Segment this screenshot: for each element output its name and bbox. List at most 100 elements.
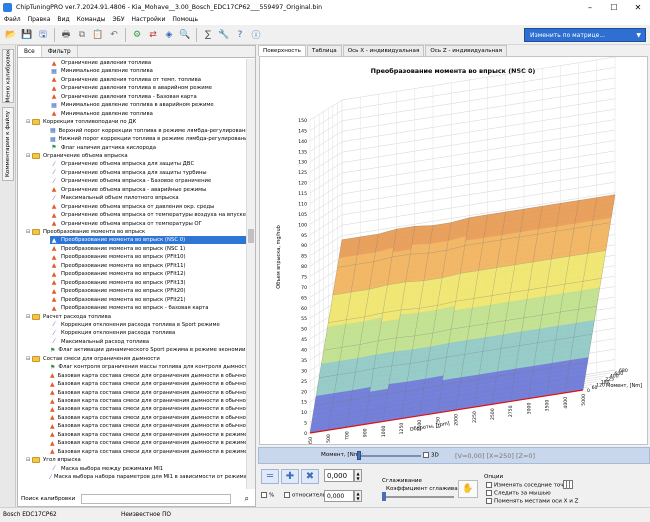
relative-input[interactable]: 0,000 <box>324 490 354 502</box>
tree-item[interactable]: ⁄ Маска выбора набора параметров для MI1 … <box>50 473 246 481</box>
set-value-button[interactable]: ═ <box>261 469 279 484</box>
tree-item[interactable]: ⁄ Коррекция отклонения расхода топлива в … <box>50 321 246 329</box>
tree-folder[interactable]: ⊟ Угол впрыска <box>26 456 246 464</box>
tree-item[interactable]: ▲ Преобразование момента во впрыск (PFlt1… <box>50 262 246 270</box>
tree-item[interactable]: ▲ Базовая карта состава смеси для огранич… <box>50 439 246 447</box>
vtab-file-comments[interactable]: Комментарии к файлу <box>2 107 14 181</box>
find-icon[interactable]: ◈ <box>162 28 176 42</box>
tree-item[interactable]: ▲ Базовая карта состава смеси для огранич… <box>50 397 246 405</box>
tree-item[interactable]: ▲ Базовая карта состава смеси для огранич… <box>50 414 246 422</box>
tab-axis-z[interactable]: Ось Z - индивидуальная <box>425 45 507 56</box>
torque-slider-track[interactable] <box>357 455 421 457</box>
3d-checkbox[interactable] <box>423 452 429 458</box>
help-icon[interactable]: ? <box>233 28 247 42</box>
tree-folder[interactable]: ⊟ Расчет расхода топлива <box>26 313 246 321</box>
relative-checkbox[interactable] <box>284 492 290 498</box>
add-value-button[interactable]: ✚ <box>281 469 299 484</box>
tree-scrollbar[interactable] <box>246 59 255 489</box>
percent-checkbox[interactable] <box>261 492 267 498</box>
menu-commands[interactable]: Команды <box>77 16 106 23</box>
relative-spinner[interactable]: ▲ ▼ <box>354 490 362 502</box>
tree-item[interactable]: ⁄ Ограничение объема впрыска - Базовое ог… <box>50 177 246 185</box>
copy-icon[interactable]: ⧉ <box>75 28 89 42</box>
close-button[interactable]: ✕ <box>626 0 650 14</box>
tree-item[interactable]: ⁄ Максимальный объем пилотного впрыска <box>50 194 246 202</box>
tree-item[interactable]: ▦ Нижний порог коррекции топлива в режиме… <box>50 135 246 143</box>
tree-item[interactable]: ⁄ Маска выбора между режимами MI1 <box>50 465 246 473</box>
tree-item[interactable]: ▦ Верхний порог коррекции топлива в режим… <box>50 127 246 135</box>
tree-item[interactable]: ▲ Ограничение объема впрыска от давления … <box>50 203 246 211</box>
menu-ecu[interactable]: ЭБУ <box>113 16 125 23</box>
value-input[interactable]: 0,000 <box>324 469 354 482</box>
follow-mouse-checkbox[interactable] <box>486 490 492 496</box>
tree-item[interactable]: ⚑ Флаг контроля ограничения массы топлива… <box>50 363 246 371</box>
tab-surface[interactable]: Поверхность <box>258 45 306 56</box>
info-icon[interactable]: ⓘ <box>249 28 263 42</box>
tools-icon[interactable]: 🔧 <box>217 28 231 42</box>
tab-filter[interactable]: Фильтр <box>42 46 78 57</box>
scrollbar-thumb[interactable] <box>248 229 254 243</box>
tree-item[interactable]: ▲ Базовая карта состава смеси для огранич… <box>50 431 246 439</box>
tree-item[interactable]: ⁄ Коррекция отклонения расхода топлива <box>50 329 246 337</box>
tree-item[interactable]: ▲ Преобразование момента во впрыск - базо… <box>50 304 246 312</box>
tree-item[interactable]: ⁄ Ограничение объема впрыска для защиты т… <box>50 169 246 177</box>
menu-view[interactable]: Вид <box>57 16 69 23</box>
smoothing-slider-track[interactable] <box>382 496 454 498</box>
save-icon[interactable]: 💾 <box>20 28 34 42</box>
menu-settings[interactable]: Настройки <box>132 16 166 23</box>
tree-item[interactable]: ▲ Базовая карта состава смеси для огранич… <box>50 448 246 456</box>
change-neighbors-checkbox[interactable] <box>486 482 492 488</box>
search-icon[interactable]: ⌕ <box>245 494 249 504</box>
tree-item[interactable]: ▲ Преобразование момента во впрыск (NSC 0… <box>50 236 246 245</box>
swap-axes-checkbox[interactable] <box>486 498 492 504</box>
ecu-connect-icon[interactable]: ⚙ <box>130 28 144 42</box>
tree-item[interactable]: ⚑ Флаг активации динамического Sport режи… <box>50 346 246 354</box>
value-spinner[interactable]: ▲ ▼ <box>354 469 362 482</box>
menu-file[interactable]: Файл <box>4 16 21 23</box>
tree-item[interactable]: ⁄ Ограничение объема впрыска для защиты Д… <box>50 160 246 168</box>
tab-table[interactable]: Таблица <box>306 45 342 56</box>
tab-axis-x[interactable]: Ось X - индивидуальная <box>342 45 425 56</box>
tree-folder[interactable]: ⊟ Состав смеси для ограничения дымности <box>26 355 246 363</box>
smoothing-slider-handle[interactable] <box>382 492 386 501</box>
tree-item[interactable]: ▦ Минимальное давление топлива в аварийно… <box>50 101 246 109</box>
minimize-button[interactable]: – <box>578 0 602 14</box>
menu-help[interactable]: Помощь <box>172 16 198 23</box>
tree-item[interactable]: ▲ Минимальное давление топлива <box>50 110 246 118</box>
tree-folder[interactable]: ⊟ Ограничение объема впрыска <box>26 152 246 160</box>
tree-item[interactable]: ⁄ Максимальный расход топлива <box>50 338 246 346</box>
tree-item[interactable]: ▲ Ограничение объема впрыска - аварийные … <box>50 186 246 194</box>
tree-item[interactable]: ▦ Минимальное давление топлива <box>50 67 246 75</box>
tree-item[interactable]: ▲ Ограничение давления топлива в аварийно… <box>50 84 246 92</box>
tree-item[interactable]: ▲ Преобразование момента во впрыск (NSC 1… <box>50 245 246 253</box>
maximize-button[interactable]: ☐ <box>602 0 626 14</box>
multiply-value-button[interactable]: ✖ <box>301 469 319 484</box>
tree-item[interactable]: ▲ Преобразование момента во впрыск (PFlt1… <box>50 279 246 287</box>
smooth-button[interactable]: ✋ <box>458 480 478 498</box>
undo-icon[interactable]: ↶ <box>107 28 121 42</box>
paste-icon[interactable]: 📋 <box>91 28 105 42</box>
tree-item[interactable]: ▲ Базовая карта состава смеси для огранич… <box>50 380 246 388</box>
menu-edit[interactable]: Правка <box>28 16 51 23</box>
tree-item[interactable]: ▲ Базовая карта состава смеси для огранич… <box>50 405 246 413</box>
surface-chart[interactable]: Преобразование момента во впрыск (NSC 0)… <box>259 56 648 445</box>
vtab-calibration-menu[interactable]: Меню калибровок <box>2 49 14 103</box>
tree-item[interactable]: ▲ Базовая карта состава смеси для огранич… <box>50 422 246 430</box>
torque-slider-handle[interactable] <box>357 451 361 460</box>
tree-item[interactable]: ▲ Ограничение давления топлива <box>50 59 246 67</box>
tree-item[interactable]: ▲ Ограничение давления топлива - Базовая … <box>50 93 246 101</box>
tree-item[interactable]: ⚑ Флаг наличия датчика кислорода <box>50 144 246 152</box>
tree-item[interactable]: ▲ Ограничение объема впрыска от температу… <box>50 211 246 219</box>
tree-item[interactable]: ▲ Преобразование момента во впрыск (PFlt2… <box>50 287 246 295</box>
checksum-icon[interactable]: ∑ <box>201 28 215 42</box>
save-as-icon[interactable]: 🖫 <box>36 28 50 42</box>
grid-icon[interactable] <box>563 480 573 489</box>
tree-item[interactable]: ▲ Преобразование момента во впрыск (PFlt2… <box>50 296 246 304</box>
compare-icon[interactable]: ⇄ <box>146 28 160 42</box>
open-file-icon[interactable]: 📂 <box>4 28 18 42</box>
mode-select[interactable]: Изменить по матрице... ▼ <box>524 28 646 42</box>
tree-item[interactable]: ▲ Ограничение давления топлива от темп. т… <box>50 76 246 84</box>
tree-item[interactable]: ▲ Ограничение объема впрыска от температу… <box>50 220 246 228</box>
search-input[interactable] <box>81 493 232 504</box>
search-icon[interactable]: 🔍 <box>178 28 192 42</box>
